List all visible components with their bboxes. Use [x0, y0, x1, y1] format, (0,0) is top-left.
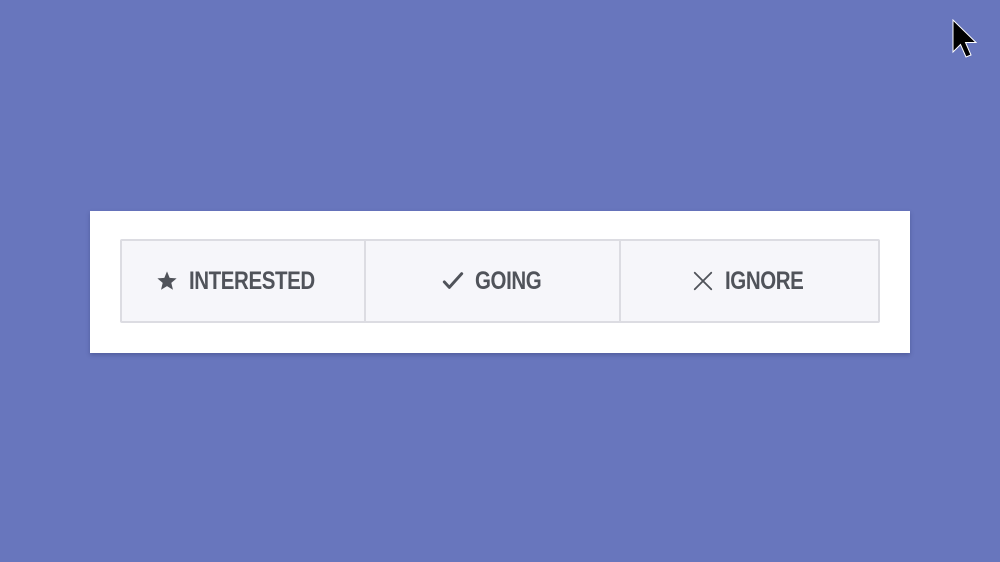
- interested-button[interactable]: INTERESTED: [122, 241, 364, 321]
- going-button[interactable]: GOING: [364, 241, 619, 321]
- mouse-cursor-icon: [952, 19, 978, 58]
- star-icon: [155, 269, 179, 293]
- close-icon: [691, 269, 715, 293]
- ignore-label: IGNORE: [724, 266, 804, 295]
- checkmark-icon: [441, 269, 465, 293]
- ignore-button[interactable]: IGNORE: [619, 241, 878, 321]
- interested-label: INTERESTED: [189, 266, 316, 295]
- rsvp-button-group: INTERESTED GOING IGNORE: [120, 239, 880, 323]
- rsvp-card: INTERESTED GOING IGNORE: [90, 211, 910, 353]
- going-label: GOING: [475, 266, 542, 295]
